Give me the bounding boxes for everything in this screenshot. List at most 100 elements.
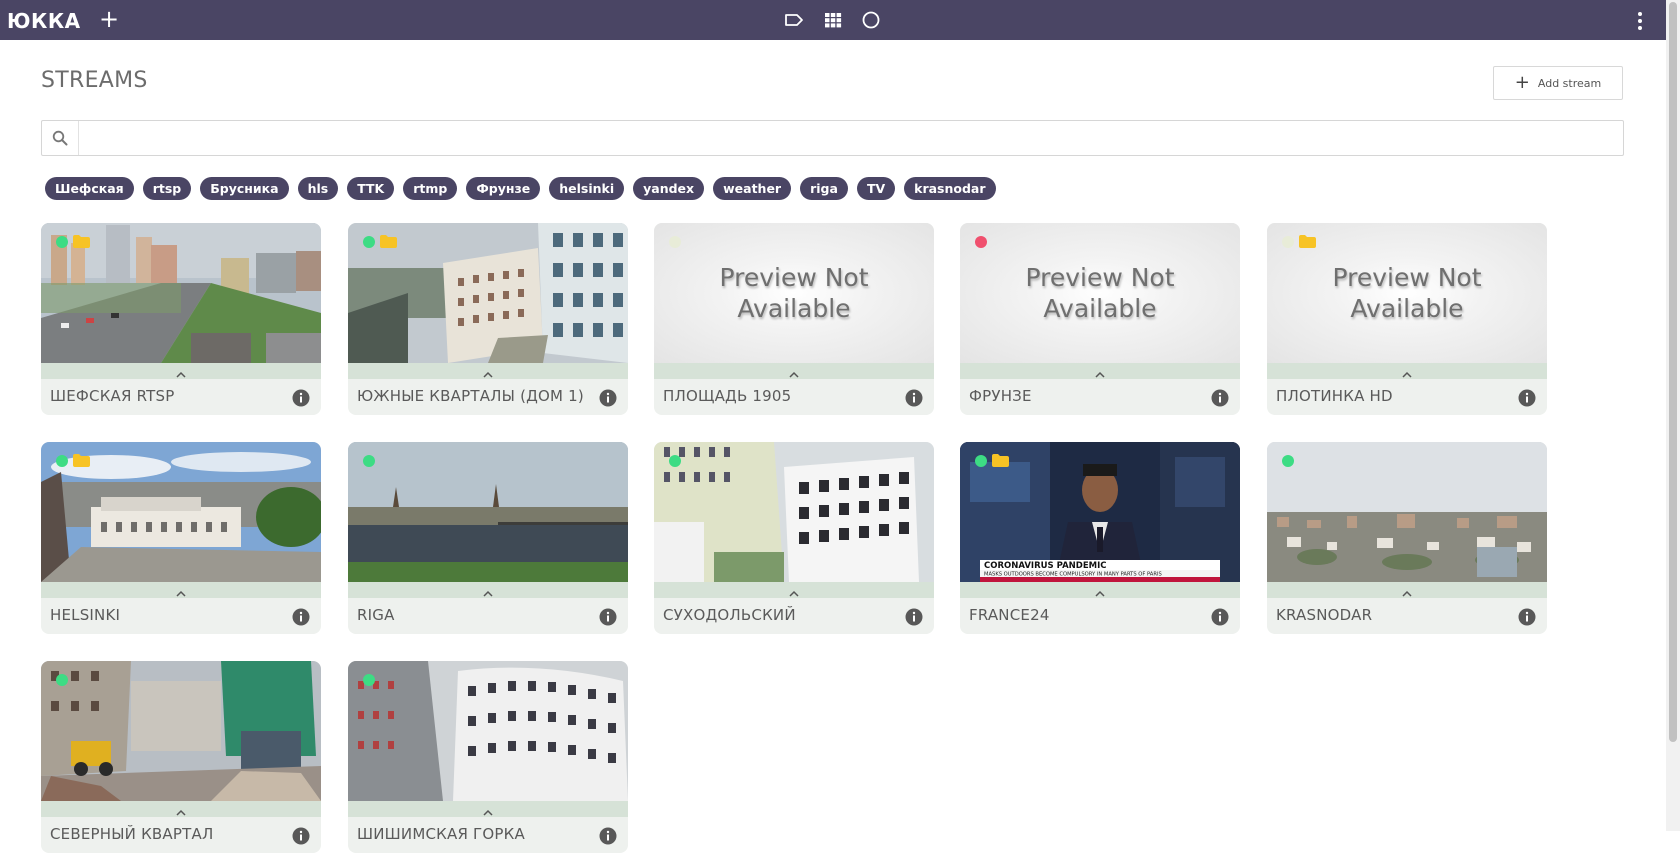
news-headline: CORONAVIRUS PANDEMIC [984,561,1106,571]
tag-chip[interactable]: Шефская [45,177,134,200]
tag-chip[interactable]: helsinki [549,177,625,200]
stream-card[interactable]: ШИШИМСКАЯ ГОРКА [348,661,628,853]
tag-chip[interactable]: krasnodar [904,177,996,200]
chevron-up-icon [176,363,186,382]
stream-title: СУХОДОЛЬСКИЙ [663,606,796,624]
expand-toggle[interactable] [348,363,628,379]
stream-card[interactable]: ЮЖНЫЕ КВАРТАЛЫ (ДОМ 1) [348,223,628,415]
expand-toggle[interactable] [654,363,934,379]
stream-card[interactable]: ШЕФСКАЯ RTSP [41,223,321,415]
info-icon[interactable] [905,389,923,407]
info-icon[interactable] [599,608,617,626]
preview-unavailable: Preview Not Available [654,223,934,363]
top-navbar: ЮККА + [0,0,1666,40]
tag-chip[interactable]: Брусника [200,177,289,200]
stream-card[interactable]: HELSINKI [41,442,321,634]
info-icon[interactable] [1518,389,1536,407]
stream-card[interactable]: Preview Not Available ПЛОТИНКА HD [1267,223,1547,415]
preview-unavailable: Preview Not Available [960,223,1240,363]
grid-icon[interactable] [823,11,843,29]
tag-chip[interactable]: Фрунзе [466,177,541,200]
news-subline: MASKS OUTDOORS BECOME COMPULSORY IN MANY… [984,572,1162,578]
preview-unavailable-line: Preview Not [1332,263,1482,292]
stream-title: KRASNODAR [1276,606,1373,624]
tag-chip[interactable]: TTK [347,177,395,200]
info-icon[interactable] [292,389,310,407]
status-indicator [56,236,68,248]
chevron-up-icon [1402,582,1412,601]
expand-toggle[interactable] [1267,363,1547,379]
circle-icon[interactable] [861,11,881,29]
expand-toggle[interactable] [960,582,1240,598]
scrollbar-thumb[interactable] [1669,2,1677,742]
status-indicator [975,455,987,467]
expand-toggle[interactable] [348,582,628,598]
tag-chip[interactable]: TV [856,177,896,200]
stream-title: ПЛОТИНКА HD [1276,387,1393,405]
search-input[interactable] [86,125,1610,153]
stream-preview-image[interactable] [654,442,934,582]
tag-chip[interactable]: hls [297,177,339,200]
status-indicator [669,236,681,248]
expand-toggle[interactable] [348,801,628,817]
tag-chip[interactable]: rtmp [403,177,458,200]
info-icon[interactable] [292,827,310,845]
more-vertical-icon[interactable] [1636,10,1644,32]
folder-icon [73,235,90,248]
info-icon[interactable] [1518,608,1536,626]
expand-toggle[interactable] [960,363,1240,379]
chevron-up-icon [789,363,799,382]
status-indicator [363,455,375,467]
stream-preview-image[interactable] [1267,442,1547,582]
stream-preview-image[interactable] [41,661,321,801]
add-stream-button[interactable]: + Add stream [1493,66,1623,100]
folder-icon [73,454,90,467]
tag-chip[interactable]: weather [713,177,792,200]
stream-preview-image[interactable] [348,442,628,582]
info-icon[interactable] [1211,389,1229,407]
chevron-up-icon [176,582,186,601]
app-logo[interactable]: ЮККА [7,9,81,33]
add-stream-label: Add stream [1537,76,1602,90]
preview-unavailable-line: Available [1043,294,1157,323]
info-icon[interactable] [599,827,617,845]
expand-toggle[interactable] [41,582,321,598]
stream-card[interactable]: Preview Not Available ПЛОЩАДЬ 1905 [654,223,934,415]
info-icon[interactable] [292,608,310,626]
tag-chip[interactable]: rtsp [142,177,192,200]
tag-chip[interactable]: yandex [633,177,705,200]
expand-toggle[interactable] [41,363,321,379]
stream-card[interactable]: Preview Not Available ФРУНЗЕ [960,223,1240,415]
status-indicator [56,455,68,467]
status-indicator [669,455,681,467]
stream-title: ФРУНЗЕ [969,387,1032,405]
info-icon[interactable] [1211,608,1229,626]
folder-icon [1299,235,1316,248]
stream-card[interactable]: KRASNODAR [1267,442,1547,634]
expand-toggle[interactable] [41,801,321,817]
stream-card[interactable]: RIGA [348,442,628,634]
add-icon[interactable]: + [96,6,122,32]
stream-preview-image[interactable] [348,661,628,801]
status-indicator [363,236,375,248]
search-box [41,120,1624,156]
chevron-up-icon [483,363,493,382]
expand-toggle[interactable] [654,582,934,598]
chevron-up-icon [1095,582,1105,601]
status-indicator [975,236,987,248]
tag-icon[interactable] [784,11,804,29]
info-icon[interactable] [599,389,617,407]
chevron-up-icon [1095,363,1105,382]
info-icon[interactable] [905,608,923,626]
stream-title: FRANCE24 [969,606,1050,624]
stream-card[interactable]: СУХОДОЛЬСКИЙ [654,442,934,634]
page-scrollbar[interactable] [1666,0,1680,831]
expand-toggle[interactable] [1267,582,1547,598]
preview-unavailable-line: Available [1350,294,1464,323]
chevron-up-icon [176,801,186,820]
stream-card[interactable]: СЕВЕРНЫЙ КВАРТАЛ [41,661,321,853]
status-indicator [363,674,375,686]
tag-chip[interactable]: riga [800,177,848,200]
stream-card[interactable]: CORONAVIRUS PANDEMIC MASKS OUTDOORS BECO… [960,442,1240,634]
preview-unavailable-line: Preview Not [719,263,869,292]
